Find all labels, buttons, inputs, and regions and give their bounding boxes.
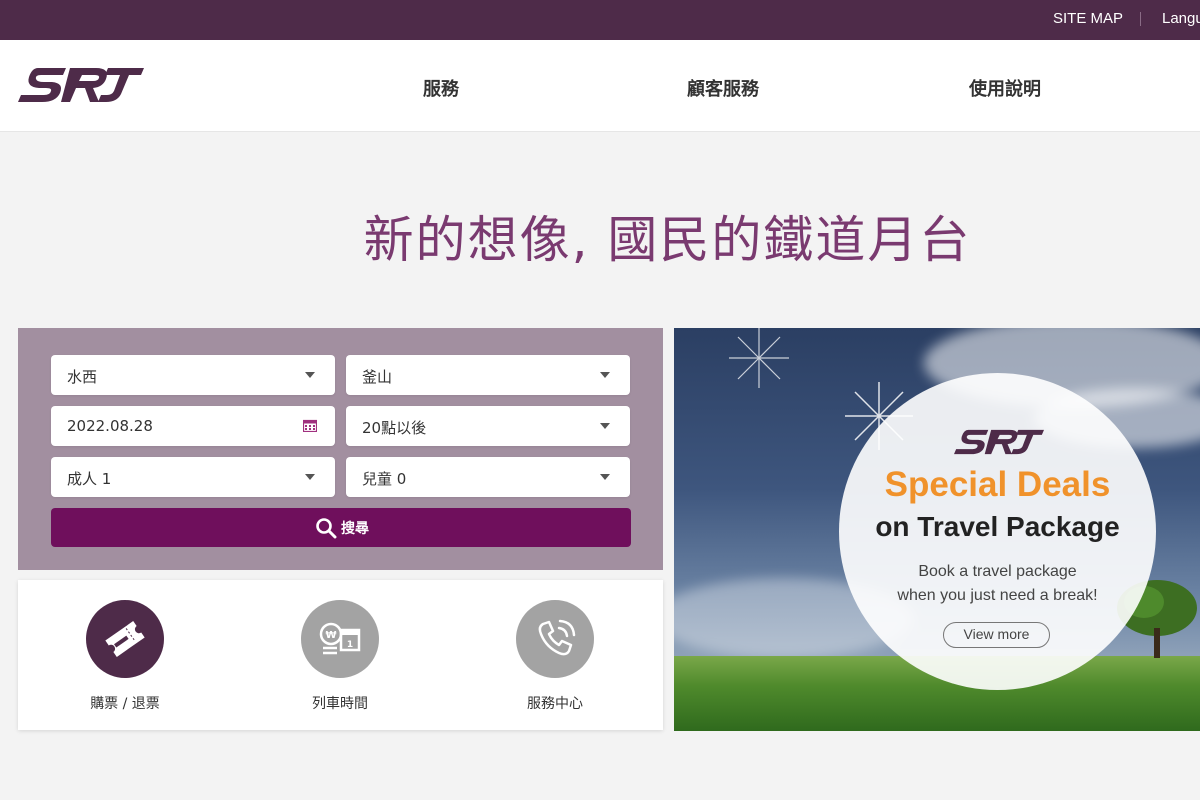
promo-subtitle: on Travel Package [875,511,1120,542]
search-button[interactable]: 搜尋 [51,508,631,547]
date-value: 2022.08.28 [67,417,153,435]
sitemap-link[interactable]: SITE MAP [1053,10,1123,27]
firework-icon [729,328,789,388]
date-picker[interactable]: 2022.08.28 [51,406,335,446]
language-link[interactable]: Langu [1162,10,1200,27]
children-value: 兒童 0 [362,470,407,488]
timetable-icon: ₩ 1 [301,600,379,678]
nav-user-guide[interactable]: 使用說明 [969,75,1041,101]
calendar-icon[interactable] [303,419,317,432]
nav-services[interactable]: 服務 [423,75,459,101]
departure-select[interactable]: 水西 [51,355,335,395]
arrival-value: 釜山 [362,368,393,386]
departure-value: 水西 [67,368,98,386]
promo-text-line2: when you just need a break! [897,587,1098,604]
topbar-divider [1140,12,1141,26]
srt-logo[interactable] [18,66,144,104]
hero-headline: 新的想像, 國民的鐵道月台 [363,211,972,269]
srt-logo [954,429,1044,455]
svg-text:₩: ₩ [325,630,336,641]
promo-title: Special Deals [884,465,1111,504]
phone-icon [516,600,594,678]
main-header: 服務 顧客服務 使用說明 [0,40,1200,132]
nav-customer-service[interactable]: 顧客服務 [687,75,759,101]
arrival-select[interactable]: 釜山 [346,355,630,395]
chevron-down-icon [305,372,315,378]
quick-item-label: 服務中心 [527,696,583,712]
booking-panel: 水西 釜山 2022.08.28 20點以後 成人 1 兒童 0 搜尋 [18,328,663,570]
quick-item-service-center[interactable]: 服務中心 [495,600,615,720]
svg-text:1: 1 [347,640,353,650]
quick-item-timetable[interactable]: ₩ 1 列車時間 [280,600,400,720]
promo-bubble: Special Deals on Travel Package Book a t… [839,373,1156,690]
promo-banner[interactable]: Special Deals on Travel Package Book a t… [674,328,1200,731]
quick-item-ticketing[interactable]: 購票 / 退票 [65,600,185,720]
time-value: 20點以後 [362,419,427,437]
quick-item-label: 購票 / 退票 [90,696,160,712]
top-utility-bar: SITE MAP Langu [0,0,1200,40]
quick-menu: 購票 / 退票 ₩ 1 列車時間 服務中心 [18,580,663,730]
chevron-down-icon [600,474,610,480]
search-button-label: 搜尋 [341,521,369,537]
quick-item-label: 列車時間 [312,696,368,712]
view-more-button[interactable]: View more [943,622,1050,648]
chevron-down-icon [600,423,610,429]
ticket-icon [86,600,164,678]
adults-select[interactable]: 成人 1 [51,457,335,497]
search-icon [316,518,337,539]
promo-text-line1: Book a travel package [918,563,1077,580]
chevron-down-icon [305,474,315,480]
children-select[interactable]: 兒童 0 [346,457,630,497]
chevron-down-icon [600,372,610,378]
time-select[interactable]: 20點以後 [346,406,630,446]
adults-value: 成人 1 [67,470,112,488]
